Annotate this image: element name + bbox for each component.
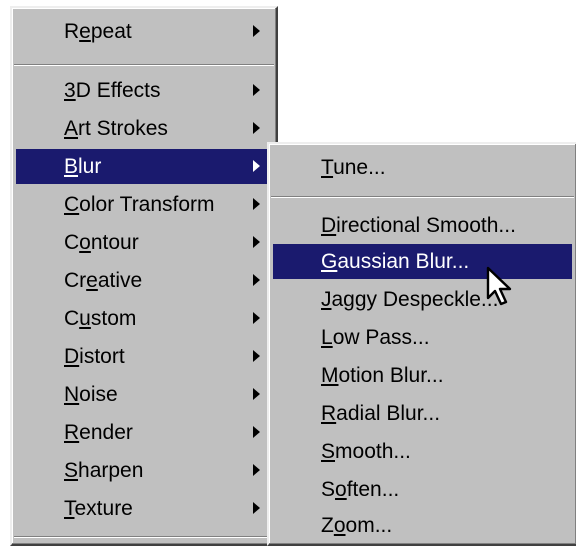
submenu-arrow-icon [253,388,260,400]
submenu-arrow-icon [253,464,260,476]
mouse-cursor-icon [486,266,512,306]
submenu-arrow-icon [253,84,260,96]
menu-item-texture[interactable]: Texture [16,491,272,526]
submenu-arrow-icon [253,312,260,324]
menu-item-sharpen[interactable]: Sharpen [16,453,272,488]
menu-item-color-transform[interactable]: Color Transform [16,187,272,222]
submenu-arrow-icon [253,274,260,286]
submenu-item-radial-blur[interactable]: Radial Blur... [273,396,572,431]
menu-item-custom[interactable]: Custom [16,301,272,336]
submenu-item-smooth[interactable]: Smooth... [273,434,572,469]
submenu-arrow-icon [253,198,260,210]
submenu-arrow-icon [253,25,260,37]
blur-parent-menu: Repeat 3D Effects Art Strokes Blur Color… [10,6,278,546]
submenu-arrow-icon [253,502,260,514]
submenu-item-zoom[interactable]: Zoom... [273,508,572,543]
menu-separator [14,536,274,538]
menu-item-art-strokes[interactable]: Art Strokes [16,111,272,146]
submenu-arrow-icon [253,122,260,134]
submenu-arrow-icon [253,426,260,438]
submenu-item-motion-blur[interactable]: Motion Blur... [273,358,572,393]
submenu-item-jaggy-despeckle[interactable]: Jaggy Despeckle... [273,282,572,317]
submenu-arrow-icon [253,160,260,172]
menu-item-blur[interactable]: Blur [16,149,272,184]
menu-item-contour[interactable]: Contour [16,225,272,260]
submenu-arrow-icon [253,236,260,248]
submenu-item-low-pass[interactable]: Low Pass... [273,320,572,355]
submenu-item-gaussian-blur[interactable]: Gaussian Blur... [273,244,572,279]
menu-item-creative[interactable]: Creative [16,263,272,298]
menu-separator [14,64,274,66]
submenu-arrow-icon [253,350,260,362]
blur-submenu: Tune... Directional Smooth... Gaussian B… [267,142,576,546]
submenu-item-tune[interactable]: Tune... [273,150,572,185]
menu-item-3d-effects[interactable]: 3D Effects [16,73,272,108]
menu-item-distort[interactable]: Distort [16,339,272,374]
menu-item-repeat[interactable]: Repeat [16,14,272,49]
submenu-item-soften[interactable]: Soften... [273,472,572,507]
submenu-separator [271,196,574,198]
submenu-item-directional-smooth[interactable]: Directional Smooth... [273,208,572,243]
menu-item-noise[interactable]: Noise [16,377,272,412]
menu-item-render[interactable]: Render [16,415,272,450]
